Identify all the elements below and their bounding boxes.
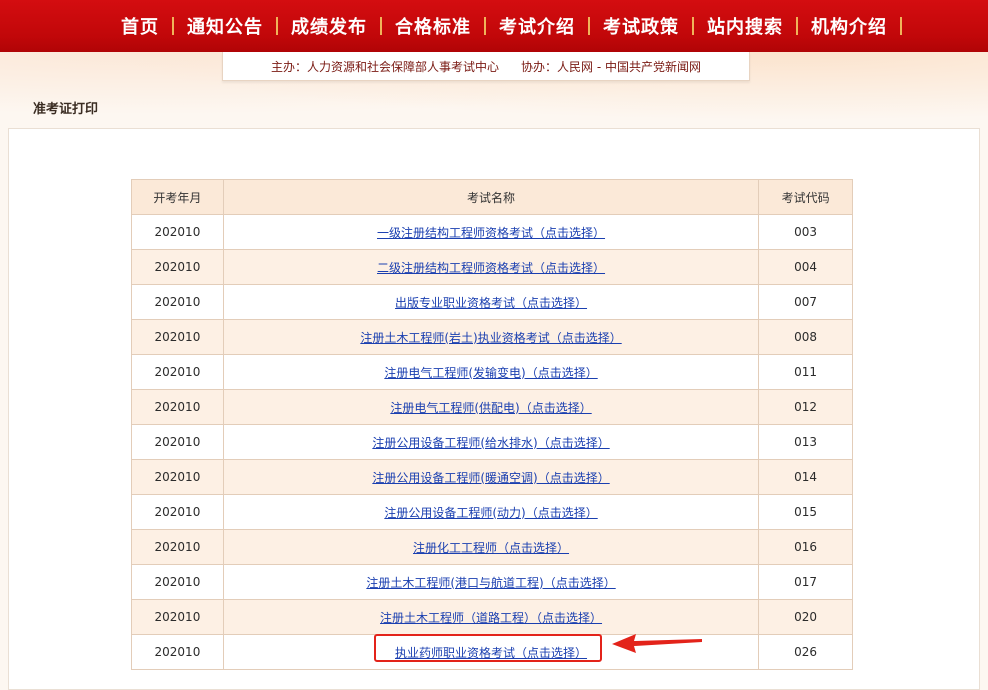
exam-link[interactable]: 注册公用设备工程师(动力)（点击选择） <box>384 506 597 520</box>
exam-name-cell: 一级注册结构工程师资格考试（点击选择） <box>222 214 760 250</box>
table-row: 202010 注册电气工程师(发输变电)（点击选择） 011 <box>131 354 853 390</box>
exam-month: 202010 <box>131 634 224 670</box>
exam-code: 011 <box>758 354 853 390</box>
exam-table: 开考年月 考试名称 考试代码 202010 一级注册结构工程师资格考试（点击选择… <box>131 179 853 670</box>
exam-link[interactable]: 出版专业职业资格考试（点击选择） <box>395 296 587 310</box>
exam-code: 007 <box>758 284 853 320</box>
table-row: 202010 注册公用设备工程师(动力)（点击选择） 015 <box>131 494 853 530</box>
exam-code: 013 <box>758 424 853 460</box>
exam-code: 015 <box>758 494 853 530</box>
nav-notices[interactable]: 通知公告 <box>174 13 276 39</box>
exam-month: 202010 <box>131 494 224 530</box>
exam-month: 202010 <box>131 214 224 250</box>
exam-month: 202010 <box>131 319 224 355</box>
exam-link[interactable]: 注册土木工程师（道路工程）（点击选择） <box>380 611 602 625</box>
exam-month: 202010 <box>131 389 224 425</box>
exam-link[interactable]: 注册公用设备工程师(给水排水)（点击选择） <box>372 436 609 450</box>
nav-separator <box>900 17 902 35</box>
table-row: 202010 注册土木工程师(岩土)执业资格考试（点击选择） 008 <box>131 319 853 355</box>
exam-code: 003 <box>758 214 853 250</box>
table-row: 202010 注册土木工程师(港口与航道工程)（点击选择） 017 <box>131 564 853 600</box>
exam-month: 202010 <box>131 564 224 600</box>
exam-name-cell: 注册公用设备工程师(暖通空调)（点击选择） <box>222 459 760 495</box>
co-organizer: 协办：人民网 - 中国共产党新闻网 <box>521 59 701 74</box>
nav-exam-intro[interactable]: 考试介绍 <box>486 13 588 39</box>
table-row: 202010 注册土木工程师（道路工程）（点击选择） 020 <box>131 599 853 635</box>
exam-code: 017 <box>758 564 853 600</box>
exam-name-cell: 注册电气工程师(供配电)（点击选择） <box>222 389 760 425</box>
exam-name-cell: 注册土木工程师(港口与航道工程)（点击选择） <box>222 564 760 600</box>
table-row: 202010 出版专业职业资格考试（点击选择） 007 <box>131 284 853 320</box>
exam-link[interactable]: 注册电气工程师(供配电)（点击选择） <box>390 401 591 415</box>
exam-code: 008 <box>758 319 853 355</box>
exam-code: 014 <box>758 459 853 495</box>
exam-link[interactable]: 注册土木工程师(岩土)执业资格考试（点击选择） <box>360 331 621 345</box>
host-organization: 主办：人力资源和社会保障部人事考试中心 <box>271 59 500 74</box>
table-row: 202010 注册公用设备工程师(暖通空调)（点击选择） 014 <box>131 459 853 495</box>
pointer-arrow-icon <box>612 634 702 653</box>
exam-link[interactable]: 二级注册结构工程师资格考试（点击选择） <box>377 261 605 275</box>
table-row: 202010 注册公用设备工程师(给水排水)（点击选择） 013 <box>131 424 853 460</box>
top-navigation-bar: 首页 通知公告 成绩发布 合格标准 考试介绍 考试政策 站内搜索 机构介绍 <box>0 0 988 52</box>
exam-link[interactable]: 注册电气工程师(发输变电)（点击选择） <box>384 366 597 380</box>
exam-link[interactable]: 注册土木工程师(港口与航道工程)（点击选择） <box>366 576 615 590</box>
table-row: 202010 注册电气工程师(供配电)（点击选择） 012 <box>131 389 853 425</box>
column-header-code: 考试代码 <box>758 179 853 215</box>
column-header-name: 考试名称 <box>222 179 760 215</box>
table-row: 202010 一级注册结构工程师资格考试（点击选择） 003 <box>131 214 853 250</box>
exam-month: 202010 <box>131 459 224 495</box>
page-title: 准考证打印 <box>33 102 99 117</box>
exam-month: 202010 <box>131 424 224 460</box>
exam-name-cell: 注册公用设备工程师(动力)（点击选择） <box>222 494 760 530</box>
exam-code: 020 <box>758 599 853 635</box>
exam-code: 016 <box>758 529 853 565</box>
exam-code: 012 <box>758 389 853 425</box>
exam-month: 202010 <box>131 249 224 285</box>
exam-month: 202010 <box>131 354 224 390</box>
sponsor-banner: 主办：人力资源和社会保障部人事考试中心 协办：人民网 - 中国共产党新闻网 <box>222 52 750 81</box>
exam-name-cell: 注册化工工程师（点击选择） <box>222 529 760 565</box>
exam-link[interactable]: 一级注册结构工程师资格考试（点击选择） <box>377 226 605 240</box>
exam-name-cell: 注册电气工程师(发输变电)（点击选择） <box>222 354 760 390</box>
nav-exam-policy[interactable]: 考试政策 <box>590 13 692 39</box>
exam-month: 202010 <box>131 284 224 320</box>
exam-month: 202010 <box>131 599 224 635</box>
table-row: 202010 注册化工工程师（点击选择） 016 <box>131 529 853 565</box>
column-header-month: 开考年月 <box>131 179 224 215</box>
exam-link[interactable]: 注册公用设备工程师(暖通空调)（点击选择） <box>372 471 609 485</box>
exam-name-cell: 注册公用设备工程师(给水排水)（点击选择） <box>222 424 760 460</box>
nav-org-intro[interactable]: 机构介绍 <box>798 13 900 39</box>
nav-results[interactable]: 成绩发布 <box>278 13 380 39</box>
exam-name-cell: 注册土木工程师(岩土)执业资格考试（点击选择） <box>222 319 760 355</box>
exam-name-cell: 二级注册结构工程师资格考试（点击选择） <box>222 249 760 285</box>
exam-link[interactable]: 注册化工工程师（点击选择） <box>413 541 569 555</box>
exam-name-cell: 出版专业职业资格考试（点击选择） <box>222 284 760 320</box>
highlight-box <box>374 634 602 662</box>
table-row: 202010 二级注册结构工程师资格考试（点击选择） 004 <box>131 249 853 285</box>
table-header-row: 开考年月 考试名称 考试代码 <box>131 179 853 215</box>
nav-home[interactable]: 首页 <box>108 13 172 39</box>
main-nav: 首页 通知公告 成绩发布 合格标准 考试介绍 考试政策 站内搜索 机构介绍 <box>108 11 902 41</box>
nav-pass-standard[interactable]: 合格标准 <box>382 13 484 39</box>
exam-code: 004 <box>758 249 853 285</box>
nav-site-search[interactable]: 站内搜索 <box>694 13 796 39</box>
exam-month: 202010 <box>131 529 224 565</box>
exam-code: 026 <box>758 634 853 670</box>
